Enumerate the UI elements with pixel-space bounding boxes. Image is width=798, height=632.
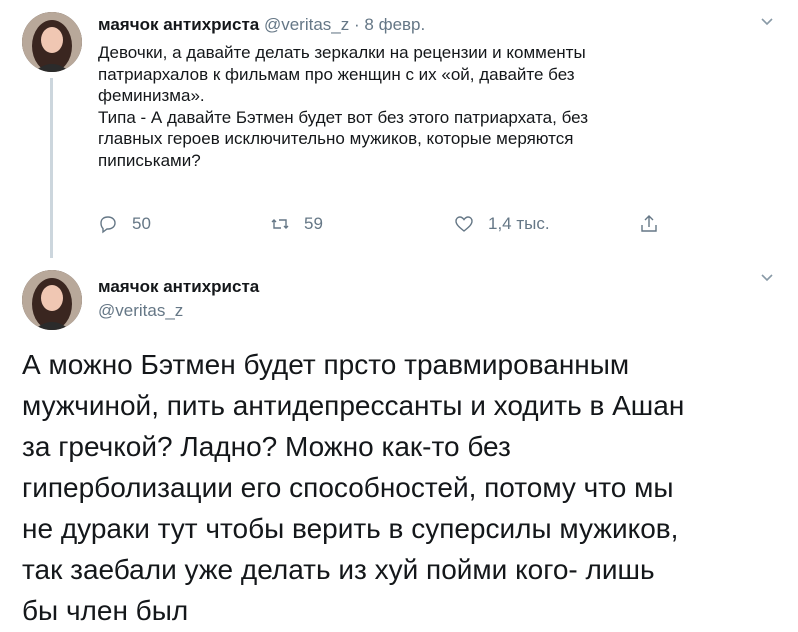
tweet-text: Девочки, а давайте делать зеркалки на ре… [98, 43, 588, 170]
tweet-original[interactable]: маячок антихриста @veritas_z · 8 февр. Д… [0, 0, 798, 258]
separator: · [354, 15, 360, 34]
retweet-count: 59 [304, 214, 323, 233]
thread-line [50, 78, 53, 258]
chevron-down-icon[interactable] [761, 18, 773, 26]
retweet-button[interactable]: 59 [270, 212, 323, 236]
tweet-header: маячок антихриста @veritas_z · 8 февр. [98, 14, 425, 36]
timestamp[interactable]: 8 февр. [364, 15, 425, 34]
like-button[interactable]: 1,4 тыс. [454, 212, 550, 236]
tweet-text: А можно Бэтмен будет прсто травмированны… [22, 349, 685, 626]
handle[interactable]: @veritas_z [98, 300, 183, 322]
avatar[interactable] [22, 12, 82, 72]
reply-icon [100, 216, 116, 234]
display-name[interactable]: маячок антихриста [98, 15, 259, 34]
chevron-down-icon[interactable] [761, 274, 773, 282]
share-button[interactable] [639, 212, 673, 236]
tweet-actions: 50 59 1,4 тыс. [98, 212, 658, 236]
tweet-reply[interactable]: маячок антихриста @veritas_z А можно Бэт… [0, 258, 798, 632]
like-icon [455, 216, 473, 232]
share-icon [641, 215, 657, 232]
handle[interactable]: @veritas_z [264, 15, 349, 34]
reply-count: 50 [132, 214, 151, 233]
like-count: 1,4 тыс. [488, 214, 550, 233]
display-name[interactable]: маячок антихриста [98, 276, 259, 298]
reply-button[interactable]: 50 [98, 212, 151, 236]
retweet-icon [271, 219, 289, 229]
avatar[interactable] [22, 270, 82, 330]
